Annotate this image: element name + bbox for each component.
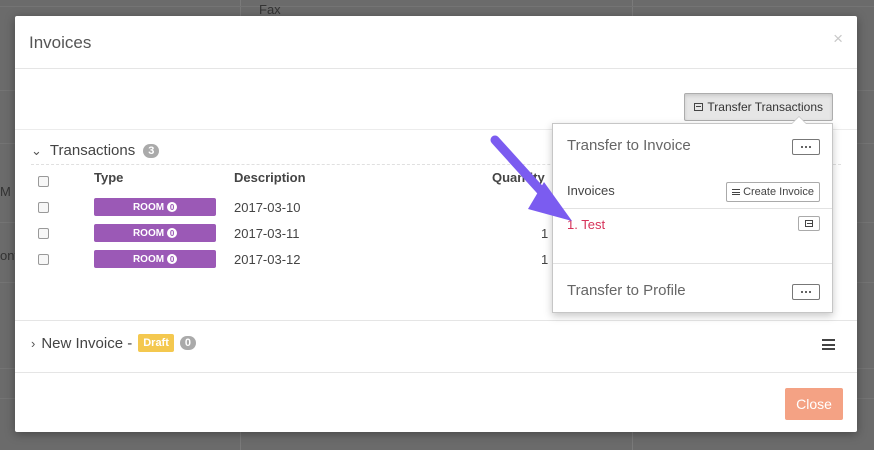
description-cell: 2017-03-12 [234,252,301,267]
transfer-icon [805,220,813,227]
room-type-label: ROOM [132,201,165,213]
column-header-quantity: Quantity [492,170,545,185]
room-type-badge: ROOM 0 [94,224,216,242]
row-checkbox[interactable] [38,254,49,265]
room-type-label: ROOM [132,253,165,265]
divider [553,263,832,264]
room-type-label: ROOM [132,227,165,239]
invoice-item-link[interactable]: 1. Test [567,217,605,232]
chevron-right-icon[interactable]: › [31,336,35,351]
more-options-button[interactable] [792,284,820,300]
description-cell: 2017-03-11 [234,226,300,241]
transactions-title: Transactions [49,142,136,159]
new-invoice-title: New Invoice - [41,334,133,352]
invoices-label: Invoices [567,183,615,198]
column-header-type: Type [94,170,124,185]
transfer-icon [694,103,704,111]
select-all-checkbox[interactable] [38,176,49,187]
new-invoice-count-badge: 0 [179,336,197,350]
description-cell: 2017-03-10 [234,200,301,215]
modal-header: Invoices × [15,16,857,69]
list-icon [732,189,741,195]
room-type-count: 0 [167,202,178,212]
transactions-header[interactable]: ⌄ Transactions 3 [31,142,160,159]
transactions-count-badge: 3 [143,143,160,158]
background-text-fragment: M [0,184,11,199]
room-type-badge: ROOM 0 [94,250,216,268]
create-invoice-button[interactable]: Create Invoice [726,182,820,202]
room-type-count: 0 [167,228,178,238]
chevron-down-icon[interactable]: ⌄ [31,143,42,159]
create-invoice-label: Create Invoice [743,186,814,198]
quantity-cell: 1 [541,200,549,215]
background-divider [0,6,874,7]
modal-footer: Close [15,373,857,433]
transfer-transactions-label: Transfer Transactions [707,100,823,114]
transfer-to-invoice-title: Transfer to Invoice [567,137,691,154]
room-type-count: 0 [167,254,178,264]
close-icon[interactable]: × [833,29,843,49]
quantity-cell: 1 [541,226,549,241]
close-button[interactable]: Close [785,388,843,420]
new-invoice-header[interactable]: › New Invoice - Draft 0 [31,334,197,352]
quantity-cell: 1 [541,252,549,267]
transfer-transactions-button[interactable]: Transfer Transactions [684,93,833,121]
column-header-description: Description [234,170,306,185]
divider [553,208,832,209]
row-checkbox[interactable] [38,228,49,239]
menu-icon[interactable] [822,339,835,350]
transfer-popover: Transfer to Invoice Invoices Create Invo… [552,116,833,313]
row-checkbox[interactable] [38,202,49,213]
transfer-to-profile-title: Transfer to Profile [567,282,686,299]
modal-title: Invoices [29,33,92,52]
room-type-badge: ROOM 0 [94,198,216,216]
transfer-to-invoice-button[interactable] [798,216,820,231]
new-invoice-section: › New Invoice - Draft 0 [15,321,857,373]
modal-toolbar: Transfer Transactions [15,69,857,130]
more-options-button[interactable] [792,139,820,155]
background-fax-label: Fax [259,2,281,17]
draft-status-badge: Draft [138,334,174,352]
